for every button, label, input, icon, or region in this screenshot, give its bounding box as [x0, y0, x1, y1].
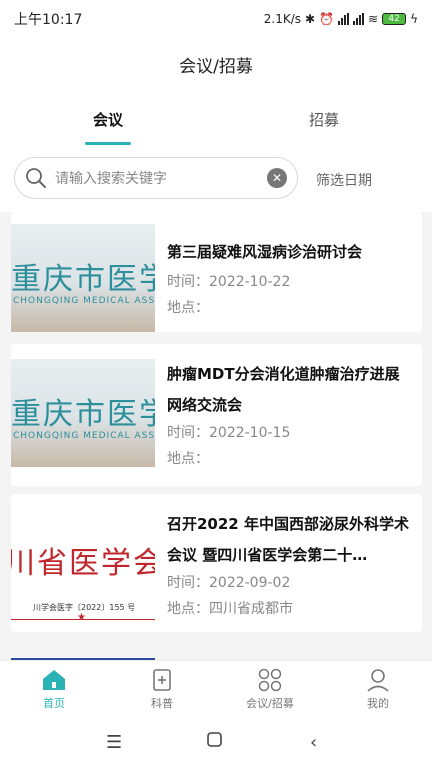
clear-icon[interactable]: ✕: [267, 168, 287, 188]
bottom-nav: 首页 科普 会议/招募 我的: [0, 660, 432, 717]
list-item[interactable]: 重庆市医学 CHONGQING MEDICAL ASS 肿瘤MDT分会消化道肿瘤…: [11, 344, 422, 486]
meeting-time: 时间：2022-09-02: [167, 575, 291, 591]
nav-science[interactable]: 科普: [108, 661, 216, 717]
status-icons: 2.1K/s ✱ ⏰ ≋ 42 ϟ: [264, 12, 418, 26]
status-bar: 上午10:17 2.1K/s ✱ ⏰ ≋ 42 ϟ: [0, 0, 432, 38]
tab-meetings[interactable]: 会议: [0, 90, 216, 148]
meeting-title: 第三届疑难风湿病诊治研讨会: [167, 243, 363, 261]
tab-label: 会议: [92, 110, 123, 129]
thumbnail-text: 重庆市医学: [11, 262, 155, 297]
network-speed: 2.1K/s: [263, 12, 301, 26]
list-item[interactable]: 川省医学会文 川学会医字〔2022〕155 号 ★ 召开2022 年中国西部泌尿…: [11, 494, 422, 632]
meeting-time: 时间：2022-10-15: [167, 425, 291, 441]
nav-label: 会议/招募: [246, 697, 294, 710]
meeting-thumbnail: 重庆市医学 CHONGQING MEDICAL ASS: [11, 359, 155, 467]
meeting-place: 地点：: [167, 451, 209, 467]
meeting-place: 地点：: [167, 300, 209, 316]
battery-icon: 42: [382, 13, 407, 25]
search-placeholder: 请输入搜索关键字: [55, 171, 167, 187]
search-icon: [26, 168, 46, 188]
thumbnail-subtext: CHONGQING MEDICAL ASS: [13, 431, 155, 441]
back-icon[interactable]: ‹: [310, 732, 317, 753]
meeting-title: 召开2022 年中国西部泌尿外科学术会议 暨四川省医学会第二十…: [167, 515, 409, 564]
wifi-icon: ≋: [368, 12, 379, 26]
meeting-time: 时间：2022-10-22: [167, 274, 291, 290]
meeting-title: 肿瘤MDT分会消化道肿瘤治疗进展网络交流会: [167, 365, 400, 414]
thumbnail-subtext: CHONGQING MEDICAL ASS: [13, 296, 155, 306]
nav-meetings[interactable]: 会议/招募: [216, 661, 324, 717]
status-time: 上午10:17: [14, 12, 83, 28]
meeting-list: 重庆市医学 CHONGQING MEDICAL ASS 第三届疑难风湿病诊治研讨…: [0, 212, 432, 660]
meeting-thumbnail: 川省医学会文 川学会医字〔2022〕155 号 ★: [11, 512, 155, 620]
charging-icon: ϟ: [410, 12, 418, 26]
signal-icon: [338, 13, 350, 25]
nav-label: 我的: [367, 697, 389, 710]
search-row: 请输入搜索关键字 ✕ 筛选日期: [0, 148, 432, 212]
user-icon: [366, 667, 390, 693]
page-title-bar: 会议/招募: [0, 38, 432, 90]
meeting-place: 地点：四川省成都市: [167, 601, 293, 617]
tab-label: 招募: [308, 110, 339, 129]
home-icon: [41, 667, 67, 693]
home-button-icon[interactable]: [207, 732, 223, 753]
nav-label: 科普: [151, 697, 173, 710]
tab-bar: 会议 招募: [0, 90, 432, 148]
list-item[interactable]: 重庆市医学 CHONGQING MEDICAL ASS 第三届疑难风湿病诊治研讨…: [11, 212, 422, 332]
meeting-thumbnail: 重庆市医学 CHONGQING MEDICAL ASS: [11, 224, 155, 332]
tab-recruitment[interactable]: 招募: [216, 90, 432, 148]
bluetooth-icon: ✱: [305, 12, 316, 26]
signal-icon-2: [353, 13, 365, 25]
thumbnail-text: 重庆市医学: [11, 397, 155, 432]
nav-profile[interactable]: 我的: [324, 661, 432, 717]
book-icon: [150, 667, 174, 693]
divider: [11, 619, 155, 620]
thumbnail-text: 川省医学会文: [11, 546, 155, 581]
nav-home[interactable]: 首页: [0, 661, 108, 717]
search-input[interactable]: 请输入搜索关键字 ✕: [14, 157, 298, 199]
grid-circles-icon: [257, 667, 283, 693]
system-nav-bar: ☰ ‹: [0, 716, 432, 768]
alarm-icon: ⏰: [319, 12, 335, 26]
filter-date-button[interactable]: 筛选日期: [316, 170, 372, 190]
nav-label: 首页: [43, 697, 65, 710]
menu-icon[interactable]: ☰: [106, 732, 122, 753]
page-title: 会议/招募: [179, 56, 253, 77]
